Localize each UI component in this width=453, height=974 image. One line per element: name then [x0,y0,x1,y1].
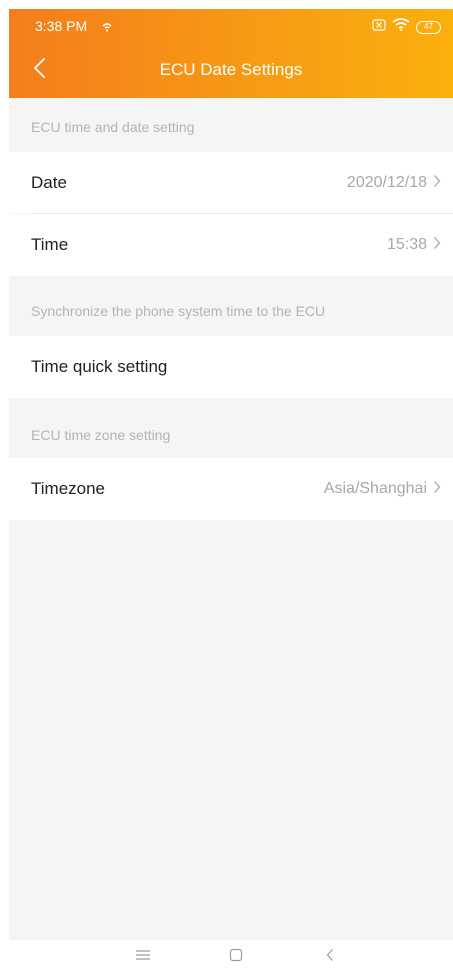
date-row[interactable]: Date 2020/12/18 [9,152,453,213]
section-header-date-time: ECU time and date setting [31,119,195,135]
chevron-left-icon [27,58,55,87]
date-label: Date [31,172,67,192]
timezone-value: Asia/Shanghai [323,480,427,497]
section-header-sync: Synchronize the phone system time to the… [31,303,326,319]
app-header: 3:38 PM 47 ECU Date Settings [9,9,453,98]
system-back-icon[interactable] [325,948,335,967]
status-icons: 47 [372,18,441,36]
sim-off-icon [372,18,386,36]
settings-content: ECU time and date setting Date 2020/12/1… [9,98,453,940]
time-quick-setting-row[interactable]: Time quick setting [9,336,453,398]
status-bar: 3:38 PM 47 [9,9,453,43]
menu-icon[interactable] [135,948,151,967]
chevron-right-icon [433,173,441,193]
timezone-row[interactable]: Timezone Asia/Shanghai [9,458,453,520]
time-quick-setting-label: Time quick setting [31,357,168,376]
timezone-label: Timezone [31,479,106,498]
chevron-right-icon [433,235,441,255]
hotspot-icon [102,20,112,38]
phone-screen: 3:38 PM 47 ECU Date Settings ECU time an… [0,0,453,974]
section-header-timezone: ECU time zone setting [31,427,171,443]
time-label: Time [31,235,69,254]
status-time: 3:38 PM [35,18,88,34]
battery-icon: 47 [416,20,441,34]
time-row[interactable]: Time 15:38 [9,214,453,276]
date-value: 2020/12/18 [346,173,427,191]
back-button[interactable] [27,53,55,83]
page-title: ECU Date Settings [159,60,303,79]
wifi-icon [392,18,410,36]
system-navigation-bar [0,940,453,974]
battery-level: 47 [424,21,433,31]
time-value: 15:38 [386,236,427,253]
chevron-right-icon [433,479,441,499]
navigation-bar: ECU Date Settings [9,43,453,98]
home-square-icon[interactable] [229,948,243,967]
